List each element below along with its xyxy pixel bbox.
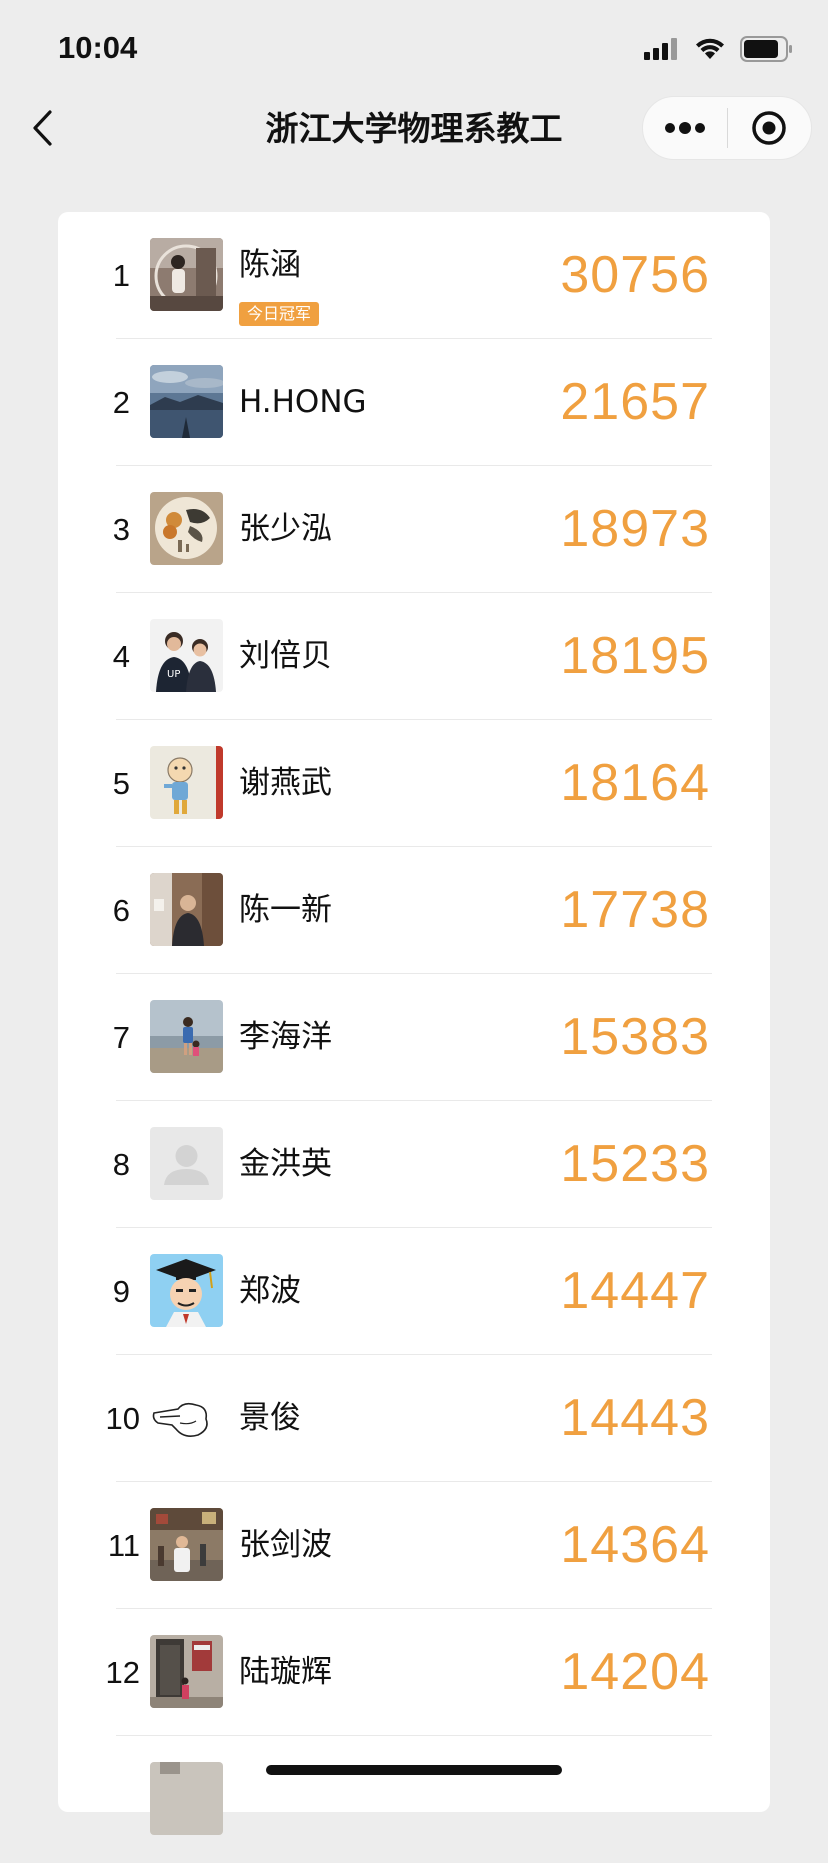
avatar[interactable] — [150, 1254, 223, 1327]
user-name: 陈一新 — [239, 892, 332, 928]
target-close-icon — [752, 111, 787, 145]
back-button[interactable] — [26, 104, 64, 152]
ranking-row[interactable]: 1 陈涵 今日冠军 30756 — [58, 212, 770, 339]
user-name: 郑波 — [239, 1273, 301, 1309]
avatar[interactable] — [150, 1000, 223, 1073]
ranking-row[interactable]: 10 景俊 14443 — [58, 1355, 770, 1482]
avatar[interactable] — [150, 1635, 223, 1708]
step-count: 14443 — [560, 1389, 710, 1447]
rank-number: 6 — [112, 893, 130, 928]
avatar[interactable] — [150, 746, 223, 819]
ranking-row[interactable]: 7 李海洋 15383 — [58, 974, 770, 1101]
wifi-icon — [696, 38, 724, 59]
step-count: 15233 — [560, 1135, 710, 1193]
user-name: 金洪英 — [239, 1146, 332, 1182]
rank-number: 1 — [112, 258, 130, 293]
avatar[interactable] — [150, 365, 223, 438]
ranking-row[interactable]: 9 郑波 14447 — [58, 1228, 770, 1355]
avatar[interactable] — [150, 492, 223, 565]
step-count: 14204 — [560, 1643, 710, 1701]
ranking-row[interactable]: 8 金洪英 15233 — [58, 1101, 770, 1228]
step-count: 18164 — [560, 754, 710, 812]
close-button[interactable] — [728, 96, 811, 160]
avatar-landscape-photo — [150, 365, 223, 438]
rank-number: 2 — [112, 385, 130, 420]
status-bar: 10:04 — [0, 0, 828, 98]
ranking-row[interactable]: 4 UP 刘倍贝 18195 — [58, 593, 770, 720]
avatar[interactable] — [150, 1381, 223, 1454]
rank-number: 12 — [105, 1655, 140, 1690]
avatar-couple-photo: UP — [150, 619, 223, 692]
ranking-list: 1 陈涵 今日冠军 30756 2 H.HONG 21657 3 张少泓 189… — [58, 212, 770, 1835]
avatar-drawing — [150, 746, 223, 819]
avatar[interactable] — [150, 238, 223, 311]
mini-program-capsule — [642, 96, 812, 160]
user-name: H.HONG — [239, 384, 367, 420]
ranking-row[interactable]: 2 H.HONG 21657 — [58, 339, 770, 466]
user-name: 刘倍贝 — [239, 638, 332, 674]
user-name: 张少泓 — [239, 511, 332, 547]
page-title: 浙江大学物理系教工 — [265, 109, 563, 148]
chevron-left-icon — [33, 110, 52, 146]
cellular-signal-icon — [644, 38, 677, 60]
avatar[interactable]: UP — [150, 619, 223, 692]
rank-number: 8 — [112, 1147, 130, 1182]
status-icons — [644, 36, 794, 62]
step-count: 21657 — [560, 373, 710, 431]
status-time: 10:04 — [58, 30, 138, 65]
user-name: 陈涵 — [239, 247, 301, 283]
rank-number: 5 — [112, 766, 130, 801]
rank-number: 10 — [105, 1401, 140, 1436]
ranking-row[interactable]: 11 张剑波 14364 — [58, 1482, 770, 1609]
avatar-cartoon-graduate — [150, 1254, 223, 1327]
avatar-painting — [150, 492, 223, 565]
avatar-building-photo — [150, 1635, 223, 1708]
step-count: 17738 — [560, 881, 710, 939]
more-button[interactable] — [643, 96, 727, 160]
step-count: 14447 — [560, 1262, 710, 1320]
ranking-row[interactable]: 3 张少泓 18973 — [58, 466, 770, 593]
ranking-row[interactable]: 5 谢燕武 18164 — [58, 720, 770, 847]
avatar-portrait-photo — [150, 238, 223, 311]
user-name: 李海洋 — [239, 1019, 332, 1055]
svg-text:UP: UP — [167, 669, 180, 680]
avatar-partial — [150, 1762, 223, 1835]
avatar-indoor-photo — [150, 873, 223, 946]
ranking-row[interactable]: 12 陆璇辉 14204 — [58, 1609, 770, 1736]
avatar[interactable] — [150, 1762, 223, 1835]
user-name: 张剑波 — [239, 1527, 332, 1563]
rank-number: 7 — [112, 1020, 130, 1055]
avatar[interactable] — [150, 1508, 223, 1581]
rank-number: 9 — [112, 1274, 130, 1309]
user-name: 陆璇辉 — [239, 1654, 332, 1690]
step-count: 30756 — [560, 246, 710, 304]
avatar[interactable] — [150, 873, 223, 946]
rank-number: 11 — [107, 1528, 140, 1563]
avatar-street-photo — [150, 1508, 223, 1581]
ranking-row[interactable]: 6 陈一新 17738 — [58, 847, 770, 974]
champion-badge: 今日冠军 — [239, 302, 320, 326]
user-name: 谢燕武 — [239, 765, 332, 801]
rank-number: 4 — [112, 639, 130, 674]
step-count: 15383 — [560, 1008, 710, 1066]
avatar[interactable] — [150, 1127, 223, 1200]
step-count: 14364 — [560, 1516, 710, 1574]
rank-number: 3 — [112, 512, 130, 547]
step-count: 18195 — [560, 627, 710, 685]
avatar-sketch-hand — [150, 1381, 223, 1454]
home-indicator — [266, 1765, 562, 1775]
more-dots-icon — [665, 122, 705, 134]
ranking-row-partial[interactable] — [58, 1736, 770, 1863]
avatar-beach-photo — [150, 1000, 223, 1073]
step-count: 18973 — [560, 500, 710, 558]
default-avatar-icon — [150, 1127, 223, 1200]
battery-icon — [740, 36, 792, 62]
user-name: 景俊 — [239, 1400, 301, 1436]
